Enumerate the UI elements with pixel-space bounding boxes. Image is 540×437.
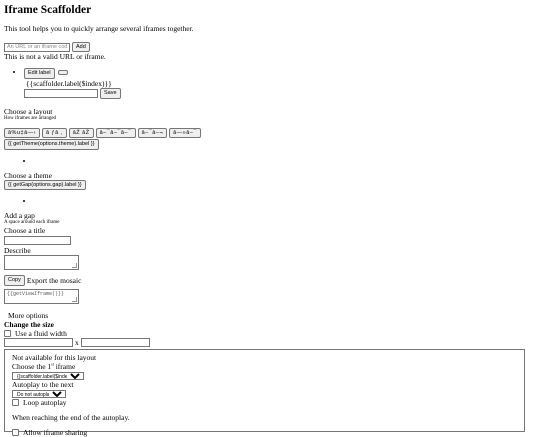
size-heading: Change the size (4, 319, 54, 329)
layout-hint: How iframes are arranged (4, 115, 57, 121)
not-available-text: Not available for this layout (12, 352, 97, 362)
sharing-label: Allow iframe sharing (23, 428, 88, 437)
width-input[interactable] (4, 337, 73, 347)
loop-checkbox[interactable] (12, 399, 19, 407)
layout-option[interactable]: â ƒâ , (41, 127, 67, 139)
layout-heading: Choose a layout (4, 106, 53, 116)
export-code-textarea[interactable]: {{getViewIframe()}} (4, 288, 79, 304)
add-button[interactable]: Add (72, 41, 90, 53)
layout-option[interactable]: â%u‡â—› (4, 127, 40, 139)
item-label-template: {{scaffolder.label($index)}} (26, 78, 112, 88)
export-code: {{getViewIframe()}} (7, 290, 65, 297)
size-row: x (4, 337, 536, 347)
sharing-row: Allow iframe sharing (12, 428, 517, 437)
page-title: Iframe Scaffolder (4, 4, 92, 16)
remove-button[interactable] (57, 70, 68, 76)
title-section: Choose a title (4, 226, 536, 246)
label-input[interactable] (24, 88, 98, 98)
label-edit-row: Save (24, 87, 536, 99)
describe-label: Describe (4, 246, 31, 256)
autoplay-select[interactable]: Do not autoplay (12, 390, 66, 399)
title-input[interactable] (4, 236, 71, 246)
fluid-checkbox[interactable] (4, 329, 11, 337)
gap-section: Add a gap A space around each iframe (4, 211, 536, 226)
gap-heading: Add a gap (4, 211, 35, 221)
sharing-checkbox[interactable] (12, 429, 19, 437)
list-item: Edit label {{scaffolder.label($index)}} … (24, 66, 536, 99)
describe-section: Describe (4, 246, 536, 271)
fluid-row: Use a fluid width (4, 329, 536, 338)
list-item (34, 156, 536, 164)
autoplay-label: Autoplay to the next (12, 380, 74, 390)
list-item (34, 196, 536, 204)
scaffold-list: Edit label {{scaffolder.label($index)}} … (4, 66, 536, 99)
height-input[interactable] (80, 337, 150, 347)
theme-option-button[interactable]: {{ getTheme(options.theme).label }} (4, 139, 99, 150)
save-button[interactable]: Save (100, 87, 121, 99)
end-label: When reaching the end of the autoplay. (12, 413, 130, 423)
url-error: This is not a valid URL or iframe. (4, 52, 106, 62)
loop-label: Loop autoplay (23, 398, 67, 408)
layout-options: â%u‡â—› â ƒâ , âŽ âŽ â–¯â–¯â–¯ â–¯â–¬ â—… (4, 127, 536, 139)
theme-section: Choose a theme {{ getGap(options.gap).la… (4, 171, 536, 205)
gap-option-button[interactable]: {{ getGap(options.gap).label }} (4, 179, 86, 191)
intro-text: This tool helps you to quickly arrange s… (4, 23, 194, 33)
copy-button[interactable]: Copy (4, 275, 25, 286)
describe-textarea[interactable] (4, 255, 79, 271)
edit-label-button[interactable]: Edit label (24, 68, 55, 79)
advanced-panel: Not available for this layout Choose the… (4, 348, 525, 437)
fluid-label: Use a fluid width (15, 328, 67, 338)
layout-option[interactable]: â–¯â–¬ (137, 127, 168, 139)
more-options-toggle[interactable]: More options (8, 311, 536, 320)
url-input[interactable] (4, 42, 70, 52)
export-row: Copy Export the mosaic (4, 275, 536, 286)
page: Iframe Scaffolder This tool helps you to… (0, 0, 540, 437)
choose-iframe-label: Choose the 1st iframe (12, 361, 76, 371)
layout-option[interactable]: â–¯â–¯â–¯ (95, 127, 136, 139)
add-form: Add (4, 41, 536, 53)
loop-row: Loop autoplay (12, 398, 517, 407)
export-label: Export the mosaic (26, 275, 82, 285)
choose-iframe-select[interactable]: {{scaffolder.label($index)}} (12, 372, 84, 381)
layout-option[interactable]: â—»â–¯ (169, 127, 201, 139)
layout-option[interactable]: âŽ âŽ (68, 127, 94, 139)
layout-section: Choose a layout How iframes are arranged… (4, 107, 536, 164)
title-label: Choose a title (4, 226, 46, 236)
theme-heading: Choose a theme (4, 170, 52, 180)
times-symbol: x (75, 337, 79, 347)
